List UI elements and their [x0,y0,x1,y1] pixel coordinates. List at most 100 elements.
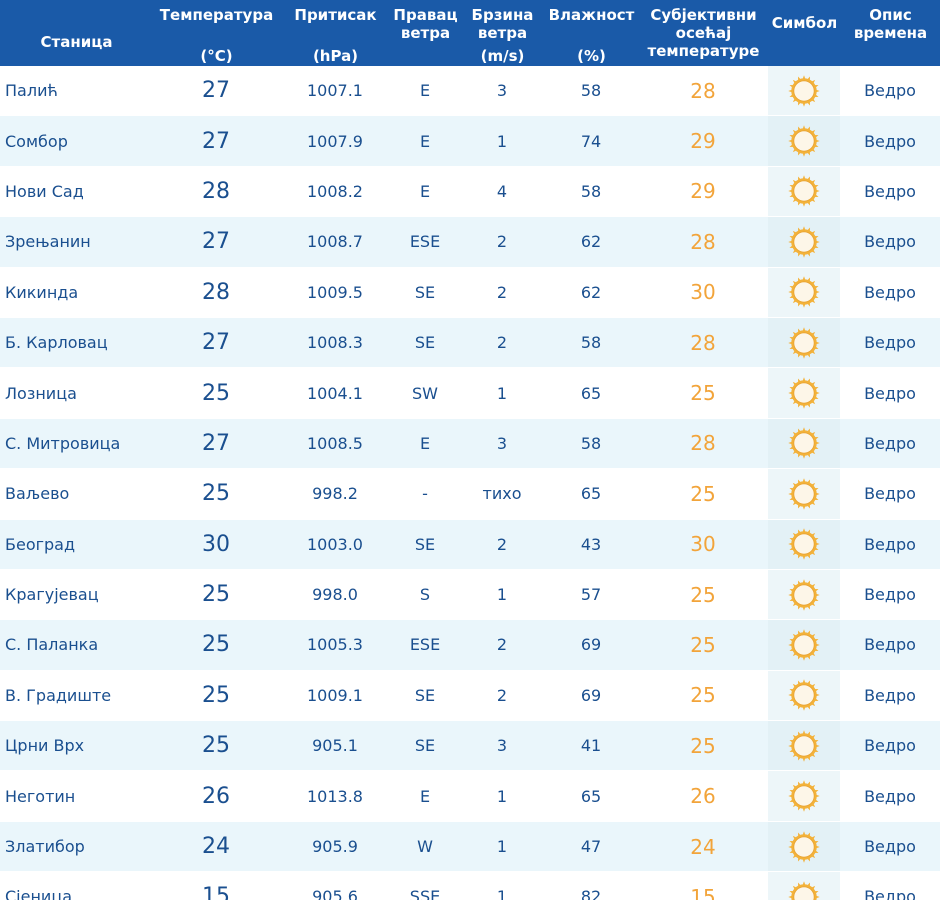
symbol-cell [768,317,840,369]
header-pressure: Притисак (hPa) [280,0,390,66]
pressure-value: 1008.5 [280,418,390,470]
temperature-value: 27 [152,317,280,369]
wind-direction-value: SSE [390,872,460,900]
symbol-cell [768,872,840,900]
table-row: Београд 30 1003.0 SE 2 43 30 Ведро [0,519,940,570]
station-name[interactable]: Ваљево [0,469,152,520]
humidity-value: 69 [544,670,638,722]
temperature-value: 25 [152,469,280,520]
weather-description: Ведро [840,620,940,671]
wind-speed-value: 1 [460,116,544,167]
sun-icon [788,377,820,409]
header-wind-speed: Брзина ветра (m/s) [460,0,544,66]
temperature-value: 26 [152,771,280,822]
table-row: Црни Врх 25 905.1 SE 3 41 25 Ведро [0,721,940,772]
feels-like-value: 28 [638,317,768,369]
table-row: Б. Карловац 27 1008.3 SE 2 58 28 Ведро [0,317,940,369]
symbol-cell [768,620,840,671]
sun-icon [788,830,820,863]
station-name[interactable]: Лозница [0,368,152,419]
humidity-value: 58 [544,418,638,470]
wind-speed-value: 1 [460,368,544,419]
weather-description: Ведро [840,670,940,722]
header-feels-like: Субјективни осећај температуре [638,0,768,66]
symbol-cell [768,166,840,218]
header-humidity-label: Влажност [548,6,635,24]
station-name[interactable]: Сомбор [0,116,152,167]
wind-direction-value: E [390,418,460,470]
header-station: Станица [0,0,152,66]
table-row: Лозница 25 1004.1 SW 1 65 25 Ведро [0,368,940,419]
table-body: Палић 27 1007.1 E 3 58 28 Ведро Сомбор 2… [0,66,940,900]
wind-speed-value: 2 [460,317,544,369]
weather-description: Ведро [840,872,940,900]
sun-icon [788,326,820,359]
sun-icon [788,74,820,107]
temperature-value: 25 [152,670,280,722]
symbol-cell [768,267,840,318]
pressure-value: 1007.1 [280,66,390,117]
pressure-value: 905.6 [280,872,390,900]
feels-like-value: 26 [638,771,768,822]
pressure-value: 905.9 [280,821,390,873]
symbol-cell [768,821,840,873]
humidity-value: 65 [544,469,638,520]
pressure-value: 1008.3 [280,317,390,369]
wind-speed-value: 1 [460,771,544,822]
feels-like-value: 28 [638,66,768,117]
pressure-value: 998.0 [280,569,390,621]
wind-direction-value: S [390,569,460,621]
temperature-value: 24 [152,821,280,873]
feels-like-value: 25 [638,368,768,419]
station-name[interactable]: С. Митровица [0,418,152,470]
pressure-value: 1004.1 [280,368,390,419]
header-pressure-label: Притисак [294,6,377,24]
station-name[interactable]: С. Паланка [0,620,152,671]
feels-like-value: 30 [638,267,768,318]
humidity-value: 62 [544,217,638,268]
station-name[interactable]: Палић [0,66,152,117]
station-name[interactable]: Крагујевац [0,569,152,621]
header-wind-speed-unit: (m/s) [480,47,525,65]
humidity-value: 69 [544,620,638,671]
station-name[interactable]: Златибор [0,821,152,873]
header-temperature-label: Температура [159,6,274,24]
station-name[interactable]: Београд [0,519,152,570]
sun-icon [788,175,820,208]
wind-speed-value: 3 [460,418,544,470]
station-name[interactable]: Зрењанин [0,217,152,268]
humidity-value: 65 [544,368,638,419]
header-temperature-unit: (°C) [200,47,233,65]
header-feels-like-line1: Субјективни [650,6,757,24]
feels-like-value: 29 [638,166,768,218]
wind-speed-value: 1 [460,872,544,900]
feels-like-value: 29 [638,116,768,167]
header-wind-direction-line1: Правац [393,6,458,24]
weather-description: Ведро [840,771,940,822]
station-name[interactable]: Црни Врх [0,721,152,772]
header-humidity: Влажност (%) [544,0,638,66]
temperature-value: 27 [152,418,280,470]
wind-direction-value: E [390,771,460,822]
wind-direction-value: SE [390,670,460,722]
pressure-value: 1008.2 [280,166,390,218]
station-name[interactable]: Кикинда [0,267,152,318]
pressure-value: 1007.9 [280,116,390,167]
station-name[interactable]: В. Градиште [0,670,152,722]
feels-like-value: 24 [638,821,768,873]
weather-description: Ведро [840,721,940,772]
station-name[interactable]: Нови Сад [0,166,152,218]
symbol-cell [768,66,840,117]
symbol-cell [768,771,840,822]
station-name[interactable]: Б. Карловац [0,317,152,369]
wind-direction-value: SW [390,368,460,419]
station-name[interactable]: Сјеница [0,872,152,900]
pressure-value: 1009.1 [280,670,390,722]
table-header-row: Станица Температура (°C) Притисак (hPa) … [0,0,940,66]
sun-icon [788,578,820,611]
wind-speed-value: 2 [460,267,544,318]
station-name[interactable]: Неготин [0,771,152,822]
weather-description: Ведро [840,569,940,621]
wind-direction-value: E [390,66,460,117]
wind-direction-value: SE [390,721,460,772]
